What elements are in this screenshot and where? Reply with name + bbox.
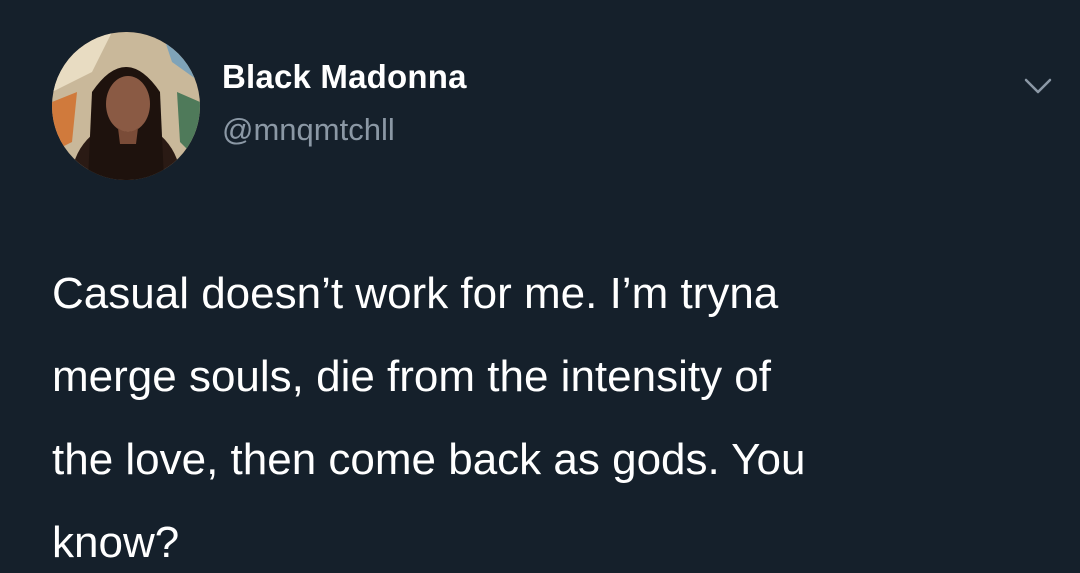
author-handle[interactable]: @mnqmtchll (222, 112, 395, 148)
author-display-name[interactable]: Black Madonna (222, 58, 467, 96)
tweet-text: Casual doesn’t work for me. I’m tryna me… (52, 269, 806, 567)
tweet-card: Black Madonna @mnqmtchll Casual doesn’t … (0, 0, 1080, 573)
avatar-image (52, 32, 200, 180)
chevron-down-icon[interactable] (1020, 72, 1056, 100)
avatar[interactable] (52, 32, 200, 180)
